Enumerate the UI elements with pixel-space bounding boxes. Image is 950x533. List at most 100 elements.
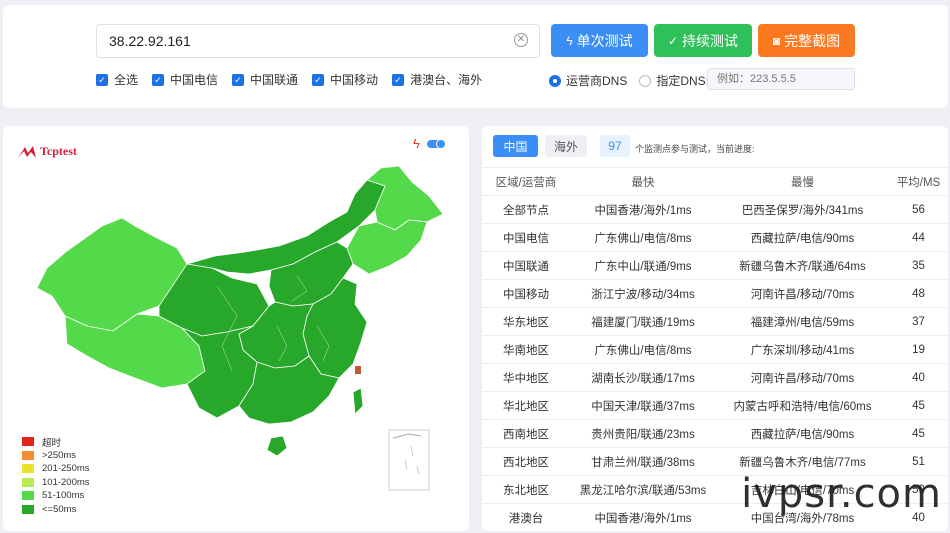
cell-fastest: 中国香港/海外/1ms (570, 503, 716, 531)
custom-dns-radio[interactable] (639, 74, 652, 87)
region-taiwan[interactable] (352, 387, 364, 415)
cell-slowest: 西藏拉萨/电信/90ms (716, 419, 889, 448)
table-row: 全部节点 中国香港/海外/1ms 巴西圣保罗/海外/341ms 56 (482, 195, 948, 224)
cell-slowest: 广东深圳/移动/41ms (716, 335, 889, 364)
legend-item: 超时 (22, 435, 90, 449)
cell-region: 东北地区 (482, 475, 570, 504)
table-row: 华东地区 福建厦门/联通/19ms 福建漳州/电信/59ms 37 (482, 307, 948, 336)
tab-overseas[interactable]: 海外 (545, 135, 587, 157)
cell-region: 华南地区 (482, 335, 570, 364)
cell-fastest: 广东佛山/电信/8ms (570, 223, 716, 252)
camera-icon: ◙ (772, 33, 781, 48)
node-count: 97 (600, 135, 630, 157)
table-row: 华中地区 湖南长沙/联通/17ms 河南许昌/移动/70ms 40 (482, 363, 948, 392)
screenshot-button[interactable]: ◙ 完整截图 (758, 24, 855, 57)
custom-dns-label: 指定DNS: (656, 74, 710, 88)
filter-telecom[interactable]: ✓ 中国电信 (152, 71, 218, 88)
screenshot-label: 完整截图 (784, 32, 841, 49)
cell-slowest: 内蒙古呼和浩特/电信/60ms (716, 391, 889, 420)
cell-average: 48 (889, 279, 948, 308)
filter-unicom[interactable]: ✓ 中国联通 (232, 71, 298, 88)
filter-mobile[interactable]: ✓ 中国移动 (312, 71, 378, 88)
checkbox-icon[interactable]: ✓ (96, 73, 108, 86)
continuous-test-button[interactable]: ✓ 持续测试 (654, 24, 752, 57)
header-fastest: 最快 (570, 167, 716, 196)
cell-average: 37 (889, 307, 948, 336)
table-row: 中国电信 广东佛山/电信/8ms 西藏拉萨/电信/90ms 44 (482, 223, 948, 252)
isp-dns-radio[interactable] (549, 74, 561, 87)
cell-fastest: 贵州贵阳/联通/23ms (570, 419, 716, 448)
control-panel: ✕ ϟ 单次测试 ✓ 持续测试 ◙ 完整截图 ✓全选 ✓中国电信 ✓中国联通 ✓… (3, 5, 948, 108)
cell-region: 华中地区 (482, 363, 570, 392)
cell-fastest: 湖南长沙/联通/17ms (570, 363, 716, 392)
checkbox-icon[interactable]: ✓ (312, 73, 325, 86)
cell-fastest: 甘肃兰州/联通/38ms (570, 447, 716, 476)
cell-region: 中国联通 (482, 251, 570, 280)
cell-fastest: 广东中山/联通/9ms (570, 251, 716, 280)
tab-china[interactable]: 中国 (493, 135, 538, 157)
cell-fastest: 黑龙江哈尔滨/联通/53ms (570, 475, 716, 504)
ip-input[interactable] (96, 24, 540, 58)
cell-fastest: 福建厦门/联通/19ms (570, 307, 716, 336)
cell-region: 西南地区 (482, 419, 570, 448)
clear-icon[interactable]: ✕ (514, 33, 528, 47)
dns-options: 运营商DNS 指定DNS: (549, 72, 709, 89)
cell-region: 全部节点 (482, 195, 570, 224)
checkbox-icon[interactable]: ✓ (232, 73, 245, 86)
checkbox-icon[interactable]: ✓ (392, 73, 405, 86)
lightning-icon: ϟ (413, 136, 420, 151)
table-row: 华南地区 广东佛山/电信/8ms 广东深圳/移动/41ms 19 (482, 335, 948, 364)
cell-slowest: 新疆乌鲁木齐/联通/64ms (716, 251, 889, 280)
cell-fastest: 中国天津/联通/37ms (570, 391, 716, 420)
table-row: 华北地区 中国天津/联通/37ms 内蒙古呼和浩特/电信/60ms 45 (482, 391, 948, 420)
cell-average: 45 (889, 391, 948, 420)
legend-item: 51-100ms (22, 489, 90, 503)
progress-text: 个监测点参与测试，当前进度: (635, 144, 755, 154)
single-test-button[interactable]: ϟ 单次测试 (551, 24, 648, 57)
single-test-label: 单次测试 (576, 32, 633, 49)
table-row: 西南地区 贵州贵阳/联通/23ms 西藏拉萨/电信/90ms 45 (482, 419, 948, 448)
legend-item: 101-200ms (22, 476, 90, 490)
cell-average: 19 (889, 335, 948, 364)
table-header-row: 区域/运营商 最快 最慢 平均/MS (482, 167, 948, 196)
legend-item: 201-250ms (22, 462, 90, 476)
cell-average: 35 (889, 251, 948, 280)
region-northeast[interactable] (346, 219, 428, 275)
cell-average: 40 (889, 363, 948, 392)
legend-item: <=50ms (22, 503, 90, 517)
auto-toggle[interactable] (427, 139, 446, 149)
header-slowest: 最慢 (716, 167, 889, 196)
header-average: 平均/MS (889, 167, 948, 196)
checkbox-icon[interactable]: ✓ (152, 73, 165, 86)
table-row: 中国联通 广东中山/联通/9ms 新疆乌鲁木齐/联通/64ms 35 (482, 251, 948, 280)
region-hainan[interactable] (266, 435, 288, 457)
cell-slowest: 福建漳州/电信/59ms (716, 307, 889, 336)
cell-average: 44 (889, 223, 948, 252)
check-icon: ✓ (667, 33, 679, 48)
cell-average: 45 (889, 419, 948, 448)
legend-item: >250ms (22, 449, 90, 463)
header-region: 区域/运营商 (482, 167, 570, 196)
cell-fastest: 浙江宁波/移动/34ms (570, 279, 716, 308)
cell-slowest: 河南许昌/移动/70ms (716, 279, 889, 308)
isp-dns-label: 运营商DNS (566, 74, 628, 88)
table-row: 中国移动 浙江宁波/移动/34ms 河南许昌/移动/70ms 48 (482, 279, 948, 308)
region-shanghai[interactable] (355, 366, 361, 374)
cell-region: 港澳台 (482, 503, 570, 531)
bolt-icon: ϟ (566, 33, 573, 48)
cell-fastest: 广东佛山/电信/8ms (570, 335, 716, 364)
results-panel: 中国 海外 97 个监测点参与测试，当前进度: 区域/运营商 最快 最慢 平均/… (482, 126, 948, 531)
continuous-test-label: 持续测试 (682, 32, 739, 49)
cell-fastest: 中国香港/海外/1ms (570, 195, 716, 224)
legend: 超时 >250ms 201-250ms 101-200ms 51-100ms <… (22, 435, 90, 516)
south-china-sea-inset (388, 429, 430, 491)
cell-region: 中国移动 (482, 279, 570, 308)
filter-all[interactable]: ✓ 全选 (96, 71, 138, 88)
cell-region: 华东地区 (482, 307, 570, 336)
watermark: ivpsr.com (741, 471, 942, 517)
filter-hk-overseas[interactable]: ✓ 港澳台、海外 (392, 71, 482, 88)
cell-average: 56 (889, 195, 948, 224)
dns-input[interactable] (707, 68, 855, 90)
map-panel: Tcptest ϟ 超时 >250ms 201-250ms 101-200ms … (3, 126, 469, 531)
cell-region: 西北地区 (482, 447, 570, 476)
